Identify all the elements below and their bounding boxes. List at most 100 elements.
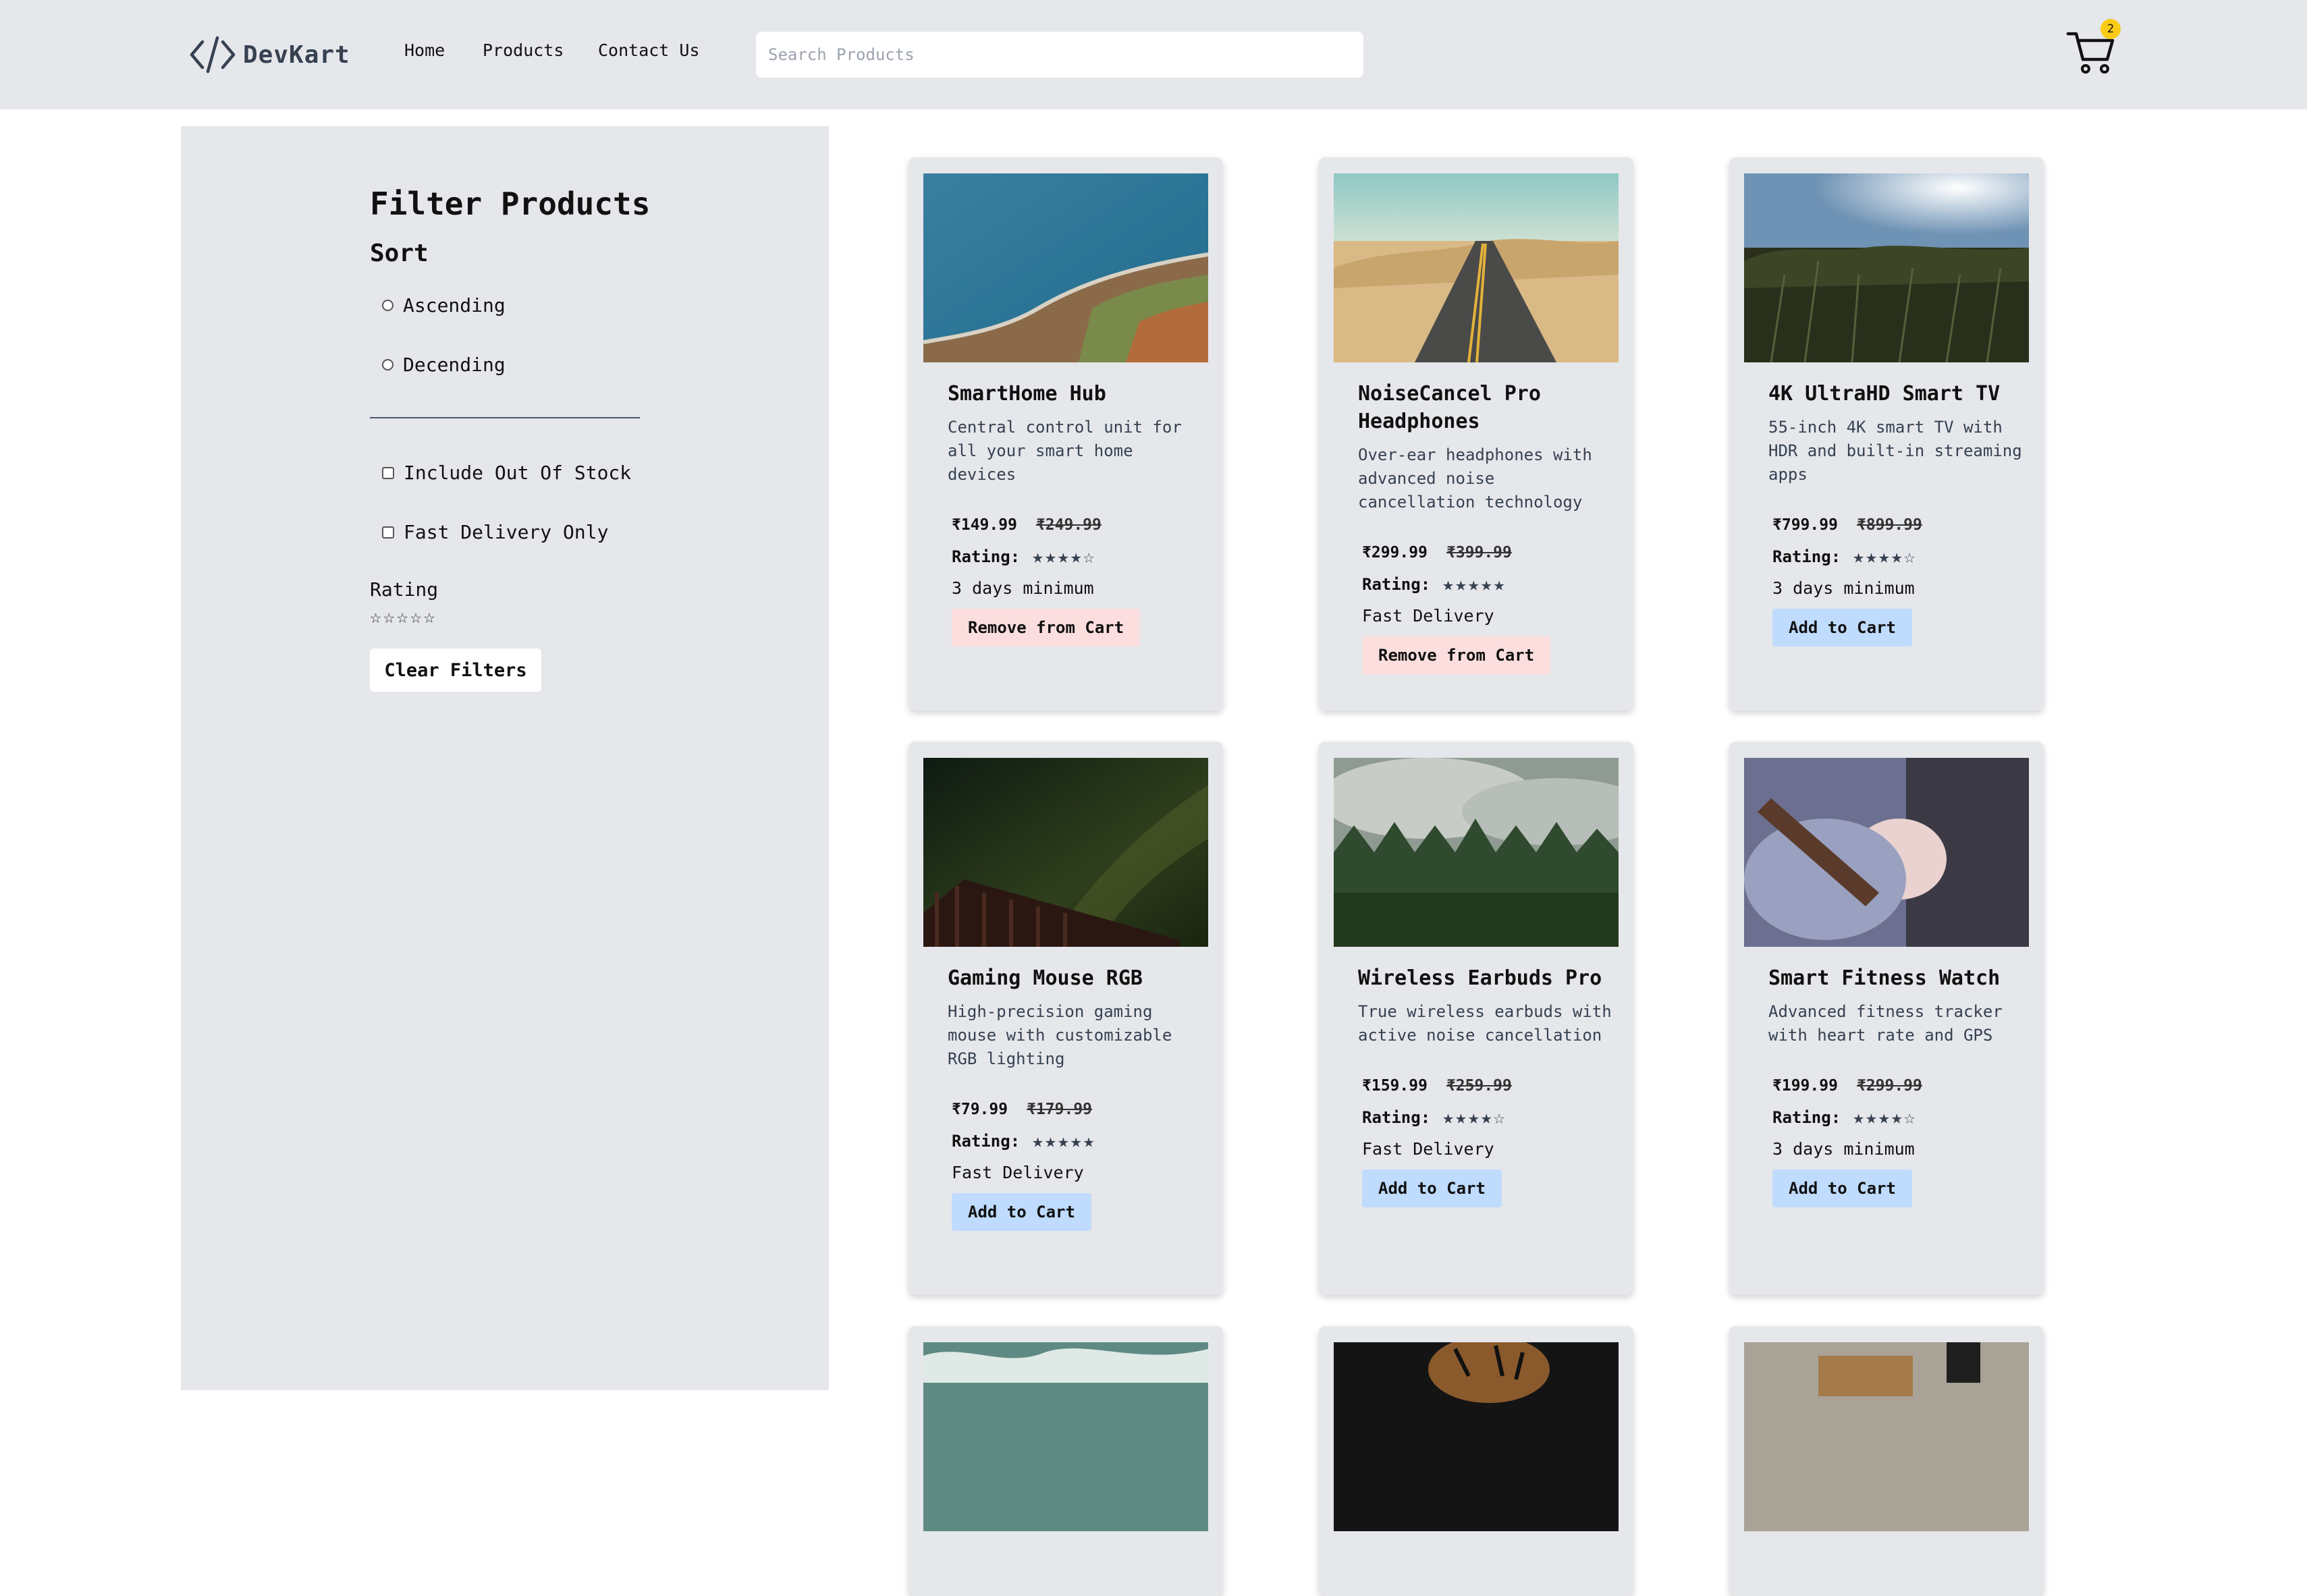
product-description: True wireless earbuds with active noise …: [1358, 1002, 1612, 1045]
fast-delivery-label: Fast Delivery Only: [404, 521, 609, 543]
search-input[interactable]: [756, 32, 1363, 78]
star-filled-icon: ★: [1467, 573, 1480, 595]
product-card: [1729, 1326, 2044, 1596]
star-filled-icon: ★: [1455, 1106, 1467, 1128]
product-description: High-precision gaming mouse with customi…: [948, 1002, 1172, 1068]
star-filled-icon: ★: [1032, 545, 1044, 568]
star-outline-icon[interactable]: ☆: [383, 607, 395, 626]
checkbox[interactable]: [382, 526, 394, 539]
rating-row: Rating: ★ ★ ★ ★ ★: [1358, 573, 1614, 595]
delivery-info: 3 days minimum: [952, 578, 1094, 598]
rating-stars: ★ ★ ★ ★ ☆: [1032, 547, 1094, 566]
rating-stars: ★ ★ ★ ★ ☆: [1442, 1108, 1504, 1127]
star-filled-icon: ★: [1866, 1106, 1877, 1128]
star-outline-icon[interactable]: ☆: [423, 607, 435, 626]
star-outline-icon[interactable]: ☆: [370, 607, 381, 626]
sort-ascending-label: Ascending: [403, 294, 506, 317]
product-image-baby-photo: [1744, 758, 2029, 947]
product-original-price: ₹249.99: [1035, 516, 1102, 534]
rating-row: Rating: ★ ★ ★ ★ ☆: [948, 547, 1204, 567]
star-outline-icon: ☆: [1083, 545, 1095, 568]
product-image-foggy-forest: [1334, 758, 1619, 947]
product-card: Smart Fitness Watch Advanced fitness tra…: [1729, 742, 2044, 1295]
add-to-cart-button[interactable]: Add to Cart: [1362, 1170, 1502, 1207]
logo[interactable]: DevKart: [189, 32, 350, 77]
star-filled-icon: ★: [1891, 545, 1903, 568]
price-row: ₹79.99 ₹179.99: [948, 1101, 1204, 1118]
remove-from-cart-button[interactable]: Remove from Cart: [952, 609, 1141, 646]
star-filled-icon: ★: [1853, 1106, 1865, 1128]
add-to-cart-button[interactable]: Add to Cart: [1772, 609, 1912, 646]
product-price: ₹299.99: [1362, 544, 1428, 561]
rating-stars: ★ ★ ★ ★ ☆: [1853, 547, 1915, 566]
product-price: ₹199.99: [1772, 1077, 1838, 1095]
rating-row: Rating: ★ ★ ★ ★ ☆: [1768, 1108, 2025, 1128]
star-outline-icon[interactable]: ☆: [397, 607, 408, 626]
price-row: ₹799.99 ₹899.99: [1768, 516, 2025, 534]
sort-ascending-option[interactable]: Ascending: [382, 294, 506, 317]
star-filled-icon: ★: [1442, 1106, 1455, 1128]
star-filled-icon: ★: [1057, 545, 1069, 568]
product-image-grass-field: [1744, 173, 2029, 362]
product-image-night-sky: [923, 758, 1208, 947]
product-image-coastline: [923, 173, 1208, 362]
sort-descending-label: Decending: [403, 354, 506, 376]
filter-sidebar: Filter Products Sort Ascending Decending…: [181, 126, 829, 1390]
checkbox[interactable]: [382, 466, 394, 479]
star-outline-icon: ☆: [1903, 545, 1916, 568]
rating-row: Rating: ★ ★ ★ ★ ☆: [1768, 547, 2025, 567]
nav-contact-us[interactable]: Contact Us: [598, 40, 700, 60]
price-row: ₹299.99 ₹399.99: [1358, 544, 1614, 561]
star-filled-icon: ★: [1070, 1130, 1082, 1152]
product-original-price: ₹179.99: [1027, 1101, 1093, 1118]
radio-button[interactable]: [382, 359, 393, 370]
rating-stars: ★ ★ ★ ★ ☆: [1853, 1108, 1915, 1127]
rating-filter-stars[interactable]: ☆ ☆ ☆ ☆ ☆: [370, 607, 435, 626]
star-filled-icon: ★: [1878, 1106, 1890, 1128]
sort-descending-option[interactable]: Decending: [382, 354, 506, 376]
add-to-cart-button[interactable]: Add to Cart: [1772, 1170, 1912, 1207]
price-row: ₹159.99 ₹259.99: [1358, 1077, 1614, 1095]
product-description: Over-ear headphones with advanced noise …: [1358, 445, 1592, 512]
code-icon: [190, 36, 236, 74]
star-filled-icon: ★: [1493, 573, 1505, 595]
star-filled-icon: ★: [1467, 1106, 1480, 1128]
fast-delivery-option[interactable]: Fast Delivery Only: [382, 521, 608, 543]
rating-stars: ★ ★ ★ ★ ★: [1032, 1132, 1094, 1151]
product-original-price: ₹259.99: [1446, 1077, 1512, 1095]
product-price: ₹79.99: [952, 1101, 1008, 1118]
rating-label: Rating:: [1772, 547, 1841, 566]
nav-home[interactable]: Home: [404, 40, 445, 60]
product-card: SmartHome Hub Central control unit for a…: [908, 157, 1223, 711]
star-filled-icon: ★: [1480, 1106, 1492, 1128]
product-card: [1319, 1326, 1633, 1596]
sort-title: Sort: [370, 240, 429, 267]
clear-filters-button[interactable]: Clear Filters: [370, 649, 541, 692]
star-filled-icon: ★: [1032, 1130, 1044, 1152]
rating-row: Rating: ★ ★ ★ ★ ★: [948, 1132, 1204, 1151]
price-row: ₹149.99 ₹249.99: [948, 516, 1204, 534]
include-out-of-stock-option[interactable]: Include Out Of Stock: [382, 462, 631, 484]
product-card: Gaming Mouse RGB High-precision gaming m…: [908, 742, 1223, 1295]
rating-label: Rating:: [952, 547, 1021, 566]
product-price: ₹799.99: [1772, 516, 1838, 534]
product-card: [908, 1326, 1223, 1596]
rating-label: Rating:: [1772, 1108, 1841, 1127]
product-image-tabletop: [1744, 1342, 2029, 1531]
star-filled-icon: ★: [1070, 545, 1082, 568]
radio-button[interactable]: [382, 300, 393, 311]
star-outline-icon: ☆: [1903, 1106, 1916, 1128]
product-price: ₹149.99: [952, 516, 1017, 534]
star-outline-icon[interactable]: ☆: [410, 607, 422, 626]
filter-title: Filter Products: [370, 186, 651, 222]
add-to-cart-button[interactable]: Add to Cart: [952, 1193, 1091, 1231]
product-description: Advanced fitness tracker with heart rate…: [1768, 1002, 2003, 1045]
product-title: Smart Fitness Watch: [1768, 966, 2001, 990]
star-filled-icon: ★: [1455, 573, 1467, 595]
delivery-info: Fast Delivery: [952, 1163, 1084, 1182]
remove-from-cart-button[interactable]: Remove from Cart: [1362, 636, 1551, 674]
nav-products[interactable]: Products: [483, 40, 564, 60]
logo-text: DevKart: [243, 40, 350, 69]
product-card: 4K UltraHD Smart TV 55-inch 4K smart TV …: [1729, 157, 2044, 711]
star-filled-icon: ★: [1057, 1130, 1069, 1152]
